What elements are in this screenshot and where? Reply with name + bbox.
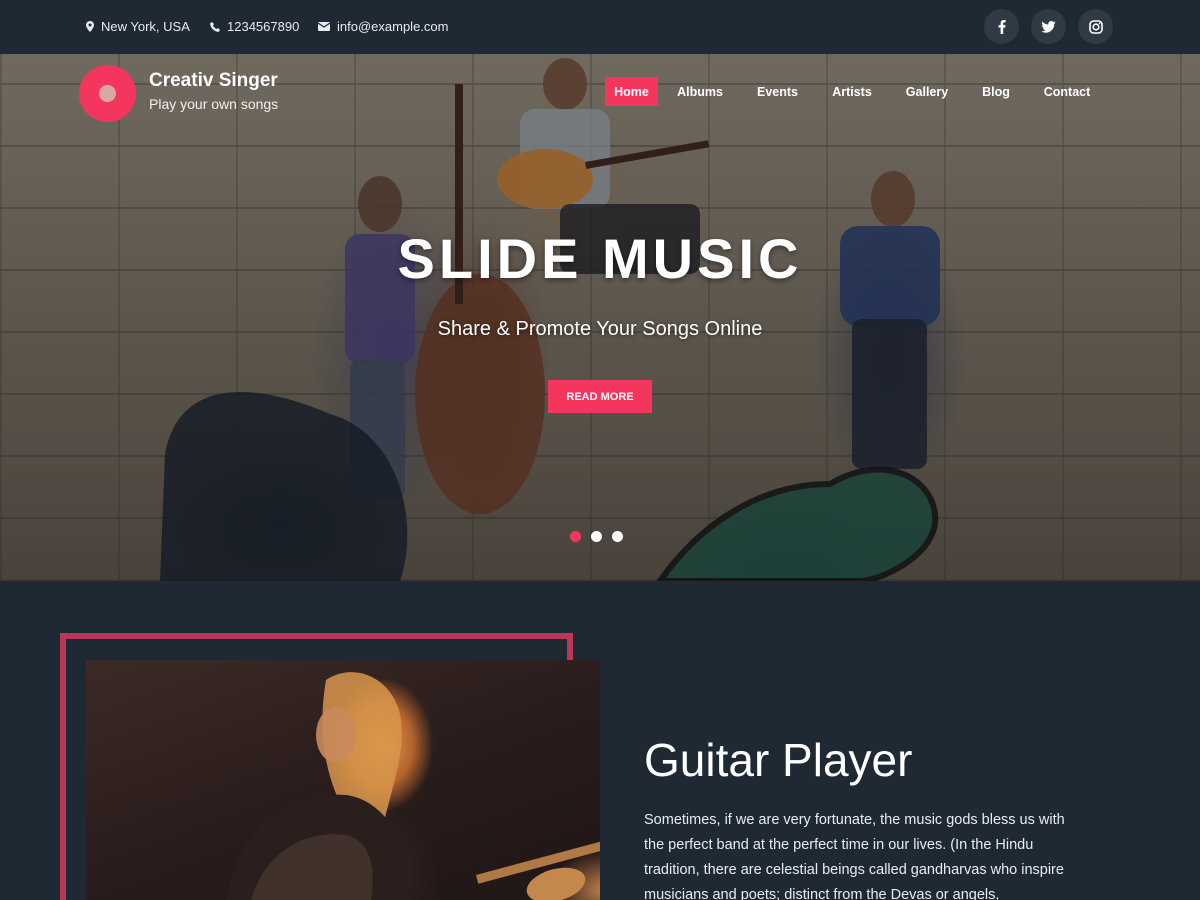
nav-item-albums[interactable]: Albums xyxy=(670,77,730,106)
section-title: Guitar Player xyxy=(644,734,913,786)
envelope-icon xyxy=(318,22,330,31)
guitar-player-photo xyxy=(86,660,600,900)
email-info: info@example.com xyxy=(318,19,448,34)
nav-item-gallery[interactable]: Gallery xyxy=(899,77,955,106)
nav-item-blog[interactable]: Blog xyxy=(976,77,1016,106)
location-text: New York, USA xyxy=(101,19,190,34)
nav-item-events[interactable]: Events xyxy=(750,77,805,106)
slider-dot-2[interactable] xyxy=(591,531,602,542)
read-more-button[interactable]: READ MORE xyxy=(548,380,652,413)
site-title[interactable]: Creativ Singer xyxy=(149,70,278,92)
top-bar: New York, USA 1234567890 info@example.co… xyxy=(0,0,1200,54)
phone-text[interactable]: 1234567890 xyxy=(227,19,299,34)
slider-dot-3[interactable] xyxy=(612,531,623,542)
twitter-button[interactable] xyxy=(1031,9,1066,44)
nav-item-home[interactable]: Home xyxy=(605,77,658,106)
hero-title: SLIDE MUSIC xyxy=(397,227,803,290)
map-pin-icon xyxy=(86,21,94,32)
email-text[interactable]: info@example.com xyxy=(337,19,448,34)
nav-item-contact[interactable]: Contact xyxy=(1036,77,1098,106)
logo-icon[interactable] xyxy=(79,65,136,122)
phone-icon xyxy=(210,21,220,32)
site-tagline: Play your own songs xyxy=(149,96,279,112)
nav-item-artists[interactable]: Artists xyxy=(825,77,879,106)
phone-info: 1234567890 xyxy=(210,19,299,34)
section-text: Sometimes, if we are very fortunate, the… xyxy=(644,812,1065,900)
facebook-icon xyxy=(998,19,1006,34)
location-info: New York, USA xyxy=(86,19,190,34)
facebook-button[interactable] xyxy=(984,9,1019,44)
guitar-player-silhouette xyxy=(226,672,600,900)
twitter-icon xyxy=(1041,20,1056,33)
instagram-icon xyxy=(1088,19,1103,34)
instagram-button[interactable] xyxy=(1078,9,1113,44)
hero-subtitle: Share & Promote Your Songs Online xyxy=(437,318,763,340)
slider-dot-1[interactable] xyxy=(570,531,581,542)
